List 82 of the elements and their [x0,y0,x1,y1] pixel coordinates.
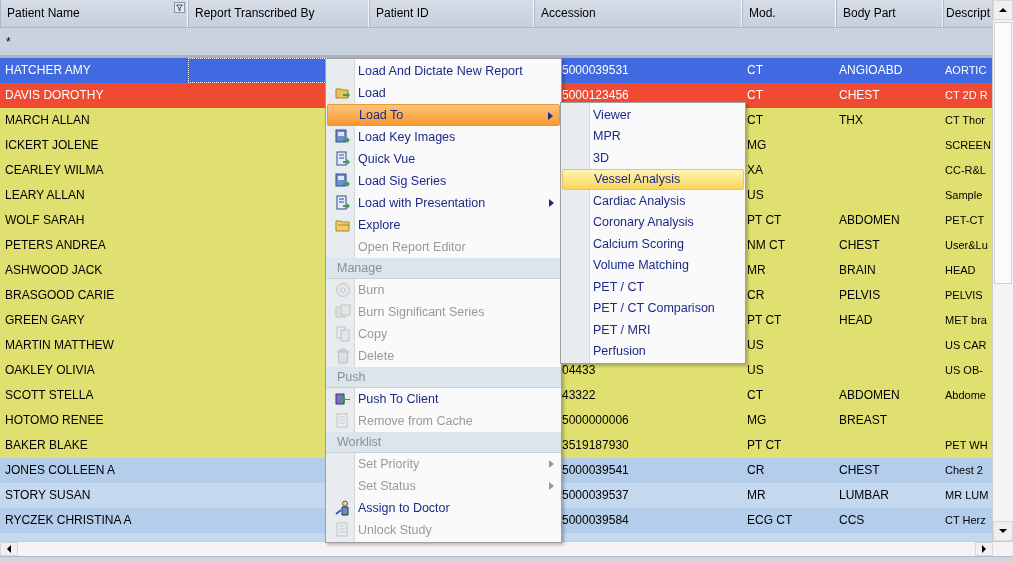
table-cell: Abdome [945,389,986,401]
table-cell: CHEST [839,238,880,252]
table-cell: MG [747,138,767,152]
table-cell: ABDOMEN [839,388,900,402]
menu-section-header: Manage [326,258,561,279]
table-cell: CC-R&L [945,164,986,176]
table-cell: CT Herz [945,514,986,526]
table-cell: HOTOMO RENEE [5,413,104,427]
table-cell: 5000123456 [562,88,629,102]
table-cell: XA [747,163,763,177]
table-cell: RYCZEK CHRISTINA A [5,513,132,527]
table-cell: CT [747,88,763,102]
table-cell: US [747,363,764,377]
table-cell: MG [747,413,767,427]
table-cell: Sample [945,189,983,201]
table-cell: CHEST [839,88,880,102]
table-cell: PT CT [747,313,782,327]
table-cell: JONES COLLEEN A [5,463,116,477]
table-cell: MARTIN MATTHEW [5,338,114,352]
table-cell: 04433 [562,363,596,377]
table-cell: STORY SUSAN [5,488,91,502]
table-cell: Chest 2 [945,464,983,476]
table-cell: WOLF SARAH [5,213,85,227]
filter-text: * [5,34,11,49]
table-cell: US [747,188,764,202]
table-cell: US CAR [945,339,987,351]
table-cell: AORTIC [945,64,987,76]
table-cell: MET bra [945,314,987,326]
table-cell: ABDOMEN [839,213,900,227]
table-cell: CT [747,63,763,77]
table-cell: CCS [839,513,865,527]
table-cell: BRASGOOD CARIE [5,288,115,302]
table-cell: US OB- [945,364,983,376]
table-cell: PELVIS [945,289,983,301]
table-cell: MR [747,263,766,277]
table-cell: PETERS ANDREA [5,238,106,252]
table-cell: LEARY ALLAN [5,188,85,202]
table-cell: ICKERT JOLENE [5,138,99,152]
table-cell: HEAD [839,313,873,327]
table-cell: CT [747,388,763,402]
table-cell: 5000039531 [562,63,629,77]
table-cell: HATCHER AMY [5,63,91,77]
table-cell: CT [747,113,763,127]
table-cell: 43322 [562,388,596,402]
table-cell: CEARLEY WILMA [5,163,104,177]
table-cell: 3519187930 [562,438,629,452]
table-cell: OAKLEY OLIVIA [5,363,95,377]
table-cell: PT CT [747,438,782,452]
table-cell: CR [747,463,765,477]
menu-section-header: Worklist [326,432,561,453]
table-cell: GREEN GARY [5,313,85,327]
table-cell: CT Thor [945,114,985,126]
table-cell: BAKER BLAKE [5,438,88,452]
table-cell: LUMBAR [839,488,889,502]
table-cell: US [747,338,764,352]
table-cell: BREAST [839,413,887,427]
table-cell: HEAD [945,264,976,276]
table-cell: PET-CT [945,214,985,226]
table-cell: 5000000006 [562,413,629,427]
table-cell: PELVIS [839,288,881,302]
table-cell: 5000039541 [562,463,629,477]
table-cell: THX [839,113,863,127]
table-cell: SCREEN [945,139,991,151]
table-cell: ECG CT [747,513,793,527]
table-cell: MARCH ALLAN [5,113,90,127]
table-cell: ANGIOABD [839,63,903,77]
table-cell: ASHWOOD JACK [5,263,103,277]
table-cell: User&Lu [945,239,988,251]
table-cell: MR LUM [945,489,989,501]
table-cell: NM CT [747,238,785,252]
table-cell: 5000039584 [562,513,629,527]
table-cell: PET WH [945,439,988,451]
table-cell: DAVIS DOROTHY [5,88,104,102]
table-cell: CT 2D R [945,89,988,101]
menu-section-header: Push [326,367,561,388]
table-cell: CHEST [839,463,880,477]
table-cell: 5000039537 [562,488,629,502]
table-cell: PT CT [747,213,782,227]
table-cell: MR [747,488,766,502]
table-cell: SCOTT STELLA [5,388,94,402]
table-cell: BRAIN [839,263,876,277]
table-cell: CR [747,288,765,302]
